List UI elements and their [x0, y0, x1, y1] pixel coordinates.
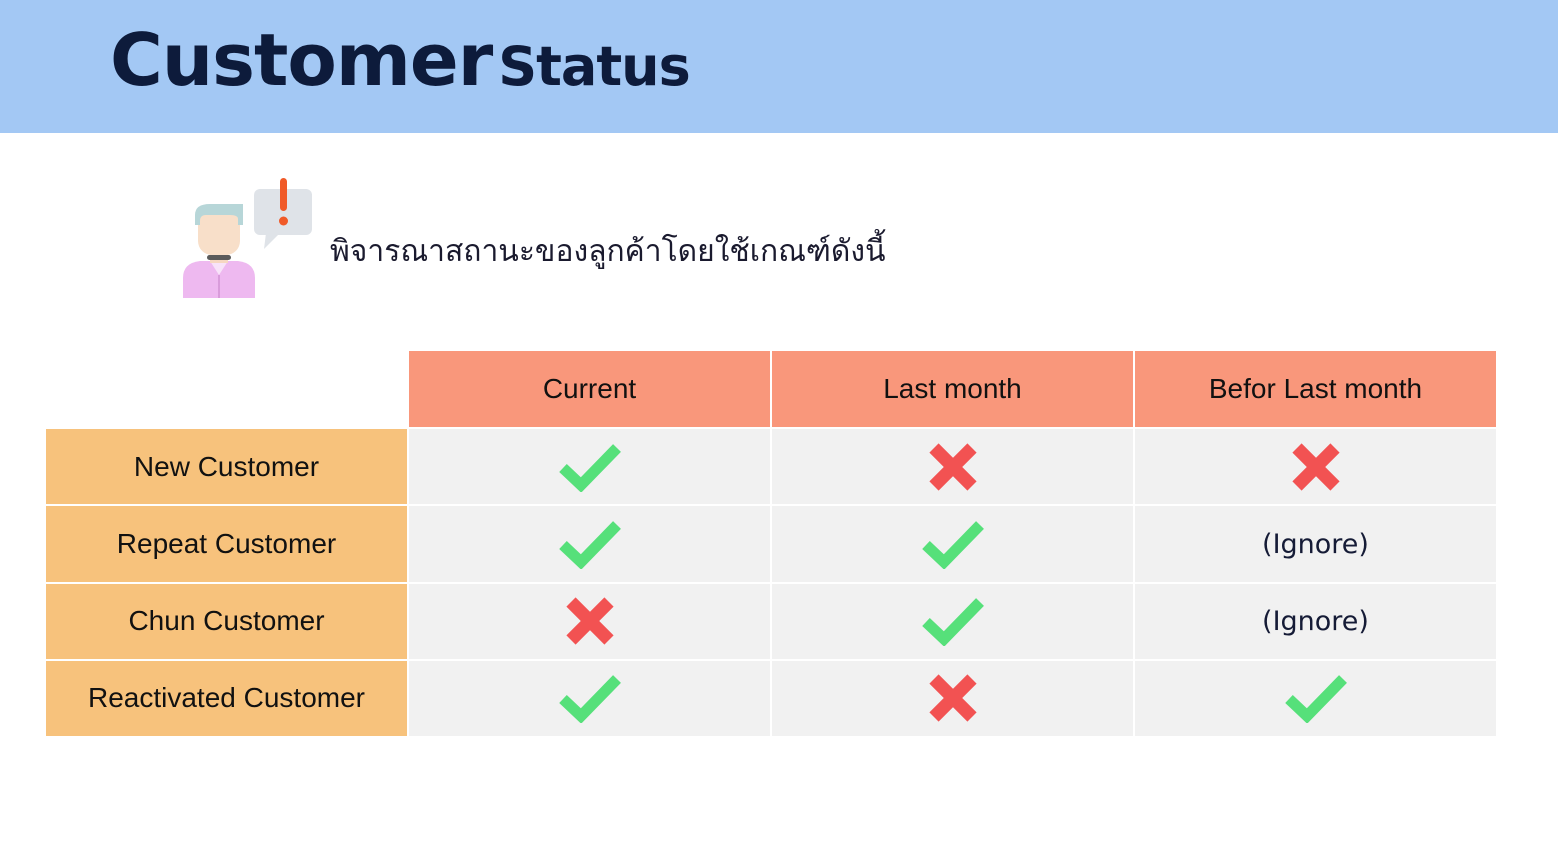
column-header-current: Current [409, 351, 770, 427]
row-label-repeat-customer: Repeat Customer [46, 506, 407, 582]
cross-icon [565, 597, 614, 645]
check-icon [1284, 675, 1347, 724]
row-label-chun-customer: Chun Customer [46, 583, 407, 659]
table-row: New Customer [46, 429, 1496, 505]
header-band: Customer Status [0, 0, 1558, 133]
status-cell [772, 506, 1133, 582]
status-cell [772, 583, 1133, 659]
ignore-label: (Ignore) [1262, 528, 1369, 560]
status-cell [409, 583, 770, 659]
status-cell: (Ignore) [1135, 506, 1496, 582]
corner-cell [46, 351, 407, 427]
status-cell [772, 660, 1133, 736]
check-icon [921, 521, 984, 569]
status-cell [409, 506, 770, 582]
title-sub: Status [498, 35, 691, 98]
table-row: Chun Customer (Ignore) [46, 583, 1496, 659]
column-header-before-last-month: Befor Last month [1135, 351, 1496, 427]
status-table: Current Last month Befor Last month New … [44, 349, 1498, 738]
page-title: Customer Status [110, 18, 691, 102]
check-icon [558, 521, 621, 569]
column-header-last-month: Last month [772, 351, 1133, 427]
row-label-reactivated-customer: Reactivated Customer [46, 660, 407, 736]
table-header-row: Current Last month Befor Last month [46, 351, 1496, 427]
status-cell [409, 429, 770, 505]
title-main: Customer [110, 18, 493, 102]
check-icon [558, 443, 621, 492]
row-label-new-customer: New Customer [46, 429, 407, 505]
table-row: Reactivated Customer [46, 660, 1496, 736]
table-row: Repeat Customer (Ignore) [46, 506, 1496, 582]
ignore-label: (Ignore) [1262, 606, 1369, 638]
status-cell [1135, 660, 1496, 736]
status-cell [409, 660, 770, 736]
check-icon [558, 675, 621, 724]
cross-icon [1291, 443, 1340, 491]
cross-icon [928, 443, 977, 491]
check-icon [921, 598, 984, 647]
criteria-description: พิจารณาสถานะของลูกค้าโดยใช้เกณฑ์ดังนี้ [330, 234, 886, 269]
status-cell [772, 429, 1133, 505]
person-alert-icon [183, 178, 312, 298]
status-cell: (Ignore) [1135, 583, 1496, 659]
status-cell [1135, 429, 1496, 505]
cross-icon [928, 674, 977, 722]
